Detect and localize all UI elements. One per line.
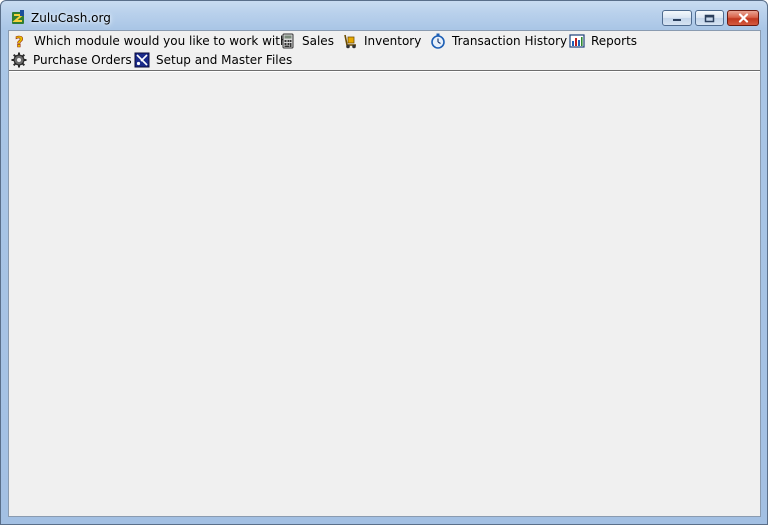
main-client-area: ? Which module would you like to work wi… bbox=[8, 30, 761, 517]
hand-truck-icon bbox=[342, 33, 358, 49]
sales-label: Sales bbox=[302, 33, 334, 48]
stopwatch-icon bbox=[430, 33, 446, 49]
transaction-history-button[interactable]: Transaction History bbox=[430, 31, 567, 50]
maximize-icon bbox=[704, 14, 715, 22]
minimize-button[interactable] bbox=[662, 10, 692, 26]
purchase-orders-button[interactable]: Purchase Orders bbox=[11, 50, 132, 69]
purchase-orders-label: Purchase Orders bbox=[33, 52, 132, 67]
calculator-icon bbox=[280, 33, 296, 49]
module-prompt-label: Which module would you like to work with… bbox=[34, 33, 294, 48]
maximize-button[interactable] bbox=[695, 10, 724, 26]
window-title: ZuluCash.org bbox=[31, 11, 111, 25]
sales-button[interactable]: Sales bbox=[280, 31, 334, 50]
setup-master-files-button[interactable]: Setup and Master Files bbox=[134, 50, 292, 69]
inventory-button[interactable]: Inventory bbox=[342, 31, 421, 50]
close-icon bbox=[738, 13, 748, 23]
transaction-history-label: Transaction History bbox=[452, 33, 568, 48]
close-button[interactable] bbox=[727, 10, 759, 26]
gear-icon bbox=[11, 52, 27, 68]
module-toolbar-row-1: ? Which module would you like to work wi… bbox=[9, 31, 760, 51]
svg-text:?: ? bbox=[15, 33, 24, 49]
module-prompt: ? Which module would you like to work wi… bbox=[12, 31, 294, 51]
minimize-icon bbox=[673, 19, 681, 21]
zulucash-app-icon[interactable] bbox=[10, 9, 27, 26]
setup-icon bbox=[134, 52, 150, 68]
setup-master-files-label: Setup and Master Files bbox=[156, 52, 293, 67]
empty-workspace bbox=[9, 72, 760, 516]
app-window: ZuluCash.org ? Which module would you li… bbox=[0, 0, 768, 525]
module-toolbar-row-2: Purchase Orders Setup and Master Files bbox=[9, 50, 760, 69]
reports-button[interactable]: Reports bbox=[569, 31, 637, 50]
bar-chart-icon bbox=[569, 33, 585, 49]
title-bar[interactable]: ZuluCash.org bbox=[1, 1, 767, 29]
inventory-label: Inventory bbox=[364, 33, 422, 48]
reports-label: Reports bbox=[591, 33, 638, 48]
question-icon: ? bbox=[12, 32, 28, 51]
